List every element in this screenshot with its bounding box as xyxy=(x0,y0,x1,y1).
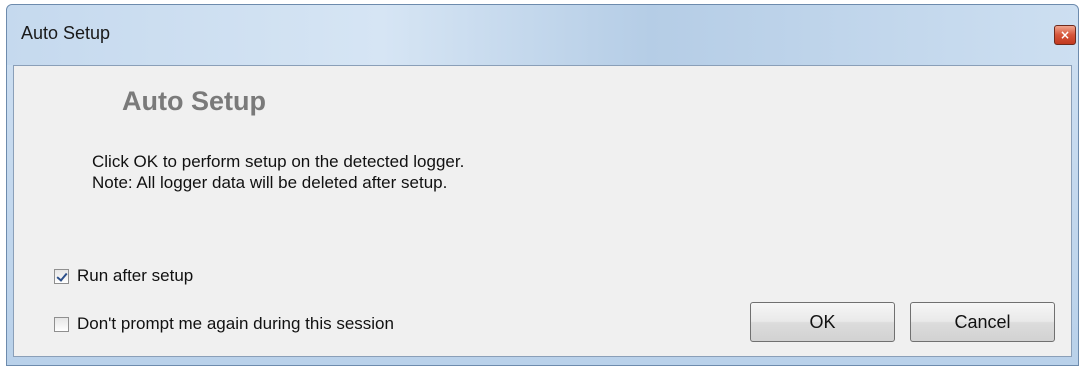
cancel-button[interactable]: Cancel xyxy=(910,302,1055,342)
run-after-setup-checkbox[interactable] xyxy=(54,268,69,284)
close-button[interactable]: × xyxy=(1054,25,1076,45)
ok-button[interactable]: OK xyxy=(750,302,895,342)
dialog-heading: Auto Setup xyxy=(122,86,266,116)
run-after-setup-option[interactable]: Run after setup xyxy=(54,266,193,286)
message-line-2: Note: All logger data will be deleted af… xyxy=(92,173,448,192)
dialog-body: Auto Setup Click OK to perform setup on … xyxy=(13,65,1072,357)
window-title: Auto Setup xyxy=(21,23,111,43)
auto-setup-window: Auto Setup × Auto Setup Click OK to perf… xyxy=(6,4,1079,366)
run-after-setup-label: Run after setup xyxy=(77,266,194,285)
title-bar[interactable]: Auto Setup × xyxy=(7,5,1078,65)
dont-prompt-option[interactable]: Don't prompt me again during this sessio… xyxy=(54,314,394,334)
close-icon: × xyxy=(1059,28,1071,42)
dont-prompt-checkbox[interactable] xyxy=(54,316,69,332)
message-line-1: Click OK to perform setup on the detecte… xyxy=(92,152,465,171)
dont-prompt-label: Don't prompt me again during this sessio… xyxy=(77,314,394,333)
